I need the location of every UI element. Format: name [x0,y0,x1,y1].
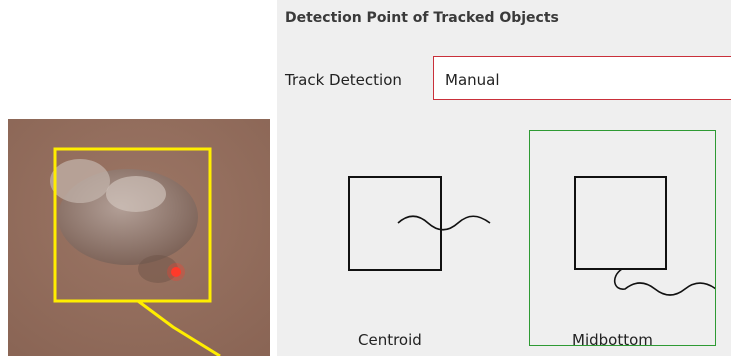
centroid-diagram-icon [348,176,491,271]
track-detection-dropdown[interactable]: Manual [433,56,731,100]
option-midbottom[interactable] [529,130,716,346]
option-centroid[interactable] [325,130,511,346]
track-detection-value: Manual [445,71,500,89]
track-detection-label: Track Detection [285,71,402,89]
option-midbottom-label: Midbottom [572,331,653,349]
midbottom-diagram-icon [574,176,715,296]
option-centroid-label: Centroid [358,331,422,349]
video-thumbnail [8,119,270,356]
section-title: Detection Point of Tracked Objects [285,10,559,26]
tracked-object-frame [8,119,270,356]
detection-point-panel: Detection Point of Tracked Objects Track… [277,0,731,356]
